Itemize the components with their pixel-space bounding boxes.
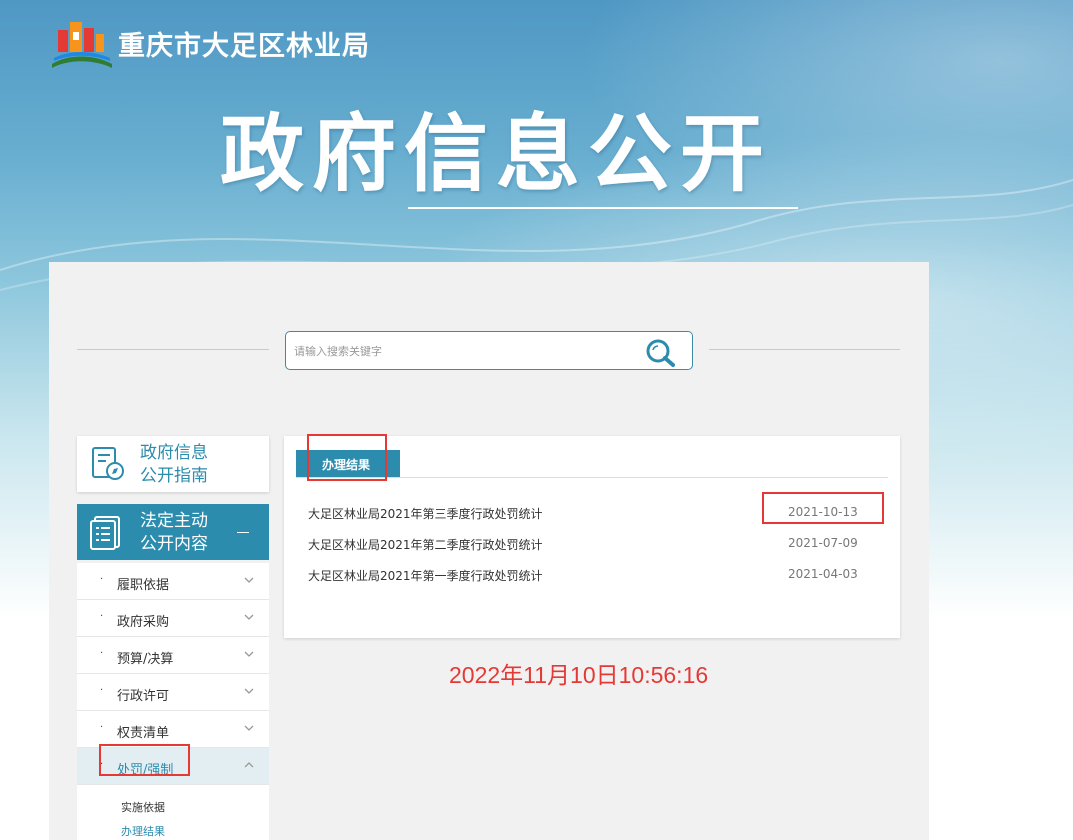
search-divider-left: [77, 349, 269, 350]
search-box: [285, 331, 693, 370]
list-item-title[interactable]: 大足区林业局2021年第二季度行政处罚统计: [308, 536, 543, 553]
submenu-item-results[interactable]: 办理结果: [121, 823, 165, 839]
nav-public-info-guide[interactable]: 政府信息 公开指南: [77, 436, 269, 492]
list-item-title[interactable]: 大足区林业局2021年第三季度行政处罚统计: [308, 505, 543, 522]
collapse-dash-icon[interactable]: [237, 532, 249, 533]
chevron-down-icon: [244, 725, 254, 731]
list-item-title[interactable]: 大足区林业局2021年第一季度行政处罚统计: [308, 567, 543, 584]
annotation-box-date: [762, 492, 884, 524]
site-logo-icon: [52, 22, 112, 68]
sidebar-item-procurement[interactable]: · 政府采购: [77, 600, 269, 637]
sidebar-item-label: 预算/决算: [117, 652, 174, 667]
annotation-box-tab: [307, 434, 387, 481]
bullet-dot: ·: [100, 685, 104, 696]
chevron-down-icon: [244, 614, 254, 620]
site-title: 重庆市大足区林业局: [118, 31, 370, 62]
list-item-date: 2021-07-09: [788, 536, 858, 550]
nav-statutory-content[interactable]: 法定主动 公开内容: [77, 504, 269, 560]
list-document-icon: [90, 516, 120, 550]
capture-timestamp: 2022年11月10日10:56:16: [449, 662, 709, 688]
bullet-dot: ·: [100, 722, 104, 733]
list-item-date: 2021-04-03: [788, 567, 858, 581]
chevron-down-icon: [244, 688, 254, 694]
sidebar-submenu: 实施依据 办理结果: [77, 785, 269, 840]
bullet-dot: ·: [100, 648, 104, 659]
sidebar-item-label: 政府采购: [117, 615, 170, 630]
search-icon[interactable]: [643, 338, 677, 368]
sidebar-item-power-list[interactable]: · 权责清单: [77, 711, 269, 748]
hero-title: 政府信息公开: [220, 105, 773, 203]
nav-guide-label: 政府信息 公开指南: [140, 443, 208, 486]
chevron-down-icon: [244, 577, 254, 583]
sidebar-item-label: 履职依据: [117, 578, 170, 593]
submenu-item-basis[interactable]: 实施依据: [121, 799, 165, 815]
bullet-dot: ·: [100, 611, 104, 622]
nav-main-label: 法定主动 公开内容: [140, 511, 208, 554]
chevron-up-icon: [244, 762, 254, 768]
sidebar-item-budget[interactable]: · 预算/决算: [77, 637, 269, 674]
bullet-dot: ·: [100, 574, 104, 585]
chevron-down-icon: [244, 651, 254, 657]
sidebar-item-licensing[interactable]: · 行政许可: [77, 674, 269, 711]
sidebar-item-label: 权责清单: [117, 726, 170, 741]
hero-underline: [408, 207, 798, 209]
document-compass-icon: [92, 447, 124, 480]
sidebar-menu: · 履职依据 · 政府采购 · 预算/决算 · 行政许可 · 权责清单 · 处罚…: [77, 563, 269, 840]
sidebar-item-duty-basis[interactable]: · 履职依据: [77, 563, 269, 600]
annotation-box-menu: [99, 744, 190, 776]
sidebar-item-label: 行政许可: [117, 689, 170, 704]
search-divider-right: [709, 349, 900, 350]
search-input[interactable]: [294, 340, 634, 362]
